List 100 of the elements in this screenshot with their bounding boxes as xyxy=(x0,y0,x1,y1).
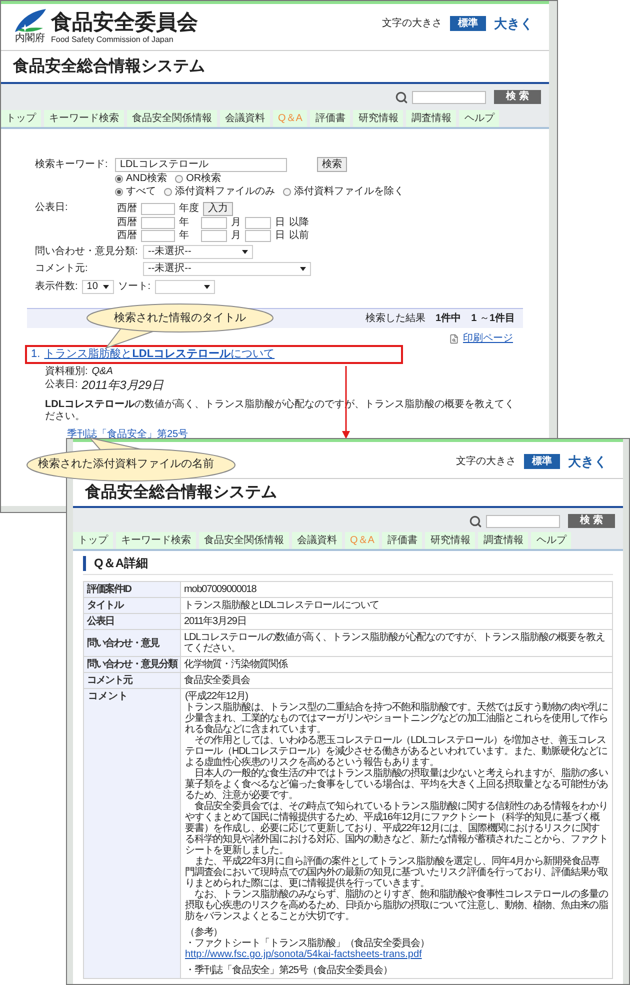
nav-tab[interactable]: 調査情報 xyxy=(478,532,528,549)
font-size-label: 文字の大きさ xyxy=(382,16,442,31)
input-button[interactable]: 入力 xyxy=(203,202,233,216)
search-button[interactable]: 検 索 xyxy=(568,514,615,528)
row-label: 公表日 xyxy=(84,614,180,630)
field-label: 西暦 xyxy=(117,203,137,215)
caret-icon xyxy=(300,267,306,271)
field-label: 年 xyxy=(179,217,190,229)
nav-tab[interactable]: トップ xyxy=(73,532,113,549)
comment-paragraph: なお、トランス脂肪酸のみならず、脂肪のとりすぎ、飽和脂肪酸や食事性コレステロールの多量の摂取も心疾患のリスクを高めるため、日頃から脂肪の摂取について注意し、動物、植物、魚由来の脂肪をバランスよくとることが大切です。 xyxy=(185,889,608,922)
comment-paragraph: (平成22年12月) xyxy=(185,691,249,702)
field-label: コメント元: xyxy=(35,263,89,275)
input-field[interactable] xyxy=(141,230,175,242)
search-field[interactable] xyxy=(486,514,560,528)
radio-button[interactable] xyxy=(115,175,123,183)
input-field[interactable] xyxy=(141,217,175,229)
radio-label: OR検索 xyxy=(186,173,222,185)
nav-tab[interactable]: 食品安全関係情報 xyxy=(127,110,217,127)
field-label: 西暦 xyxy=(117,230,137,242)
row-label: 問い合わせ・意見 xyxy=(84,630,180,656)
field-label: 日 xyxy=(275,217,285,229)
type-label: 資料種別: xyxy=(45,366,88,378)
nav-tab[interactable]: 評価書 xyxy=(382,532,422,549)
type-value: Q&A xyxy=(92,366,113,378)
input-field[interactable] xyxy=(201,217,227,229)
search-field[interactable] xyxy=(412,90,486,104)
nav-tab[interactable]: 評価書 xyxy=(310,110,350,127)
field-label: 問い合わせ・意見分類: xyxy=(35,246,139,258)
font-size-option[interactable]: 標準 xyxy=(524,454,560,469)
nav-tab[interactable]: キーワード検索 xyxy=(116,532,196,549)
row-value: mob07009000018 xyxy=(180,582,612,598)
radio-button[interactable] xyxy=(115,188,123,196)
print-page-icon xyxy=(449,334,459,344)
font-size-label: 文字の大きさ xyxy=(456,454,516,469)
input-field[interactable] xyxy=(201,230,227,242)
search-icon xyxy=(469,514,482,528)
font-size-option[interactable]: 大きく xyxy=(490,16,537,31)
category-select[interactable]: --未選択-- xyxy=(143,245,253,259)
nav-tab[interactable]: ヘルプ xyxy=(531,532,572,549)
result-number: 1. xyxy=(31,347,40,362)
row-value: 化学物質・汚染物質関係 xyxy=(180,656,612,672)
search-icon xyxy=(395,90,408,104)
row-label: タイトル xyxy=(84,598,180,614)
input-field[interactable] xyxy=(245,217,271,229)
radio-button[interactable] xyxy=(175,175,184,183)
reference-url-link[interactable]: http://www.fsc.go.jp/sonota/54kai-factsheets-trans.pdf xyxy=(185,949,422,960)
row-value: LDLコレステロールの数値が高く、トランス脂肪酸が心配なのですが、トランス脂肪酸の概要を教えてください。 xyxy=(180,630,612,656)
font-size-option[interactable]: 大きく xyxy=(564,454,611,469)
row-label: 評価案件ID xyxy=(84,582,180,598)
nav-tab[interactable]: 研究情報 xyxy=(353,110,404,127)
field-label: 月 xyxy=(231,230,241,242)
caret-icon xyxy=(242,250,248,254)
font-size-option[interactable]: 標準 xyxy=(450,16,486,31)
comment-source-select[interactable]: --未選択-- xyxy=(143,262,311,276)
print-page-link[interactable]: 印刷ページ xyxy=(463,333,513,345)
field-label: 以降 xyxy=(289,217,309,229)
comment-paragraph: 食品安全委員会では、その時点で知られているトランス脂肪酸に関する信頼性のある情報をわかりやすくまとめて国民に情報提供するため、平成16年12月にファクトシート（科学的知見に基づく概要書）を作成し、必要に応じて更新しており、平成22年12月には、国際機関におけるリスクに関する科学的知見や諸外国における対応、国内の動きなど、新たな情報が蓄積されたことから、ファクトシートを更新しました。 xyxy=(185,801,608,856)
callout-text: 検索された添付資料ファイルの名前 xyxy=(38,458,214,471)
nav-tab[interactable]: 調査情報 xyxy=(406,110,456,127)
radio-label: AND検索 xyxy=(126,173,168,185)
field-label: 検索キーワード: xyxy=(35,158,109,170)
comment-paragraph: また、平成22年3月に自ら評価の案件としてトランス脂肪酸を選定し、同年4月から新開発食品専門調査会において現時点での国内外の最新の知見に基づいたリスク評価を行っており、評価結果が取りまとめられた際には、更に情報提供を行っていきます。 xyxy=(185,856,608,889)
field-label: 年 xyxy=(179,230,190,242)
row-value: トランス脂肪酸とLDLコレステロールについて xyxy=(180,598,612,614)
nav-tab[interactable]: ヘルプ xyxy=(459,110,500,127)
nav-tab[interactable]: 会議資料 xyxy=(292,532,342,549)
radio-button[interactable] xyxy=(164,188,172,196)
count-select[interactable]: 10 xyxy=(82,280,114,294)
row-label: 問い合わせ・意見分類 xyxy=(84,656,180,672)
search-button[interactable]: 検 索 xyxy=(494,90,541,104)
attachment-link[interactable]: 季刊誌「食品安全」第25号 xyxy=(67,429,188,441)
row-value: 2011年3月29日 xyxy=(180,614,612,630)
caret-icon xyxy=(102,285,109,289)
keyword-field[interactable]: LDLコレステロール xyxy=(115,158,287,172)
field-label: ソート: xyxy=(118,281,151,293)
field-label: 以前 xyxy=(289,230,309,242)
input-field[interactable] xyxy=(245,230,271,242)
results-summary: 検索した結果 1件中 1 ～1件目 xyxy=(366,312,515,326)
nav-tab[interactable]: キーワード検索 xyxy=(44,110,124,127)
reference-text: ・季刊誌「食品安全」第25号（食品安全委員会） xyxy=(185,965,394,976)
radio-button[interactable] xyxy=(283,188,291,196)
nav-tab[interactable]: トップ xyxy=(1,110,41,127)
comment-paragraph: 日本人の一般的な食生活の中ではトランス脂肪酸の摂取量は少ないと考えられますが、脂肪の多い菓子類をよく食べるなど偏った食事をしている場合は、平均を大きく上回る摂取量となる可能性があるため、注意が必要です。 xyxy=(185,768,608,801)
radio-label: 添付資料ファイルのみ xyxy=(175,186,275,198)
comment-paragraph: トランス脂肪酸は、トランス型の二重結合を持つ不飽和脂肪酸です。天然では反すう動物の肉や乳に少量含まれ、工業的なものではマーガリンやショートニングなどの加工油脂とこれらを使用して作られる食品などに含まれています。 xyxy=(185,702,608,735)
search-button[interactable]: 検索 xyxy=(317,157,347,172)
comment-paragraph: その作用としては、いわゆる悪玉コレステロール（LDLコレステロール）を増加させ、善玉コレステロール（HDLコレステロール）を減少させる働きがあるといわれています。また、動脈硬化などによる虚血性心疾患のリスクを高めるという報告もあります。 xyxy=(185,735,608,768)
field-label: 表示件数: xyxy=(35,281,78,293)
nav-tab[interactable]: 会議資料 xyxy=(220,110,270,127)
system-title: 食品安全総合情報システム xyxy=(13,56,205,76)
input-field[interactable] xyxy=(141,203,175,215)
date-value: 2011年3月29日 xyxy=(82,378,164,392)
reference-text: ・ファクトシート「トランス脂肪酸」（食品安全委員会） xyxy=(185,938,430,949)
nav-tab[interactable]: 研究情報 xyxy=(425,532,476,549)
sort-select[interactable] xyxy=(154,280,215,294)
row-value: 食品安全委員会 xyxy=(180,672,612,688)
callout-text: 検索された情報のタイトル xyxy=(114,312,246,325)
radio-label: 添付資料ファイルを除く xyxy=(294,186,404,198)
date-label: 公表日: xyxy=(45,379,78,391)
nav-tab[interactable]: 食品安全関係情報 xyxy=(199,532,289,549)
